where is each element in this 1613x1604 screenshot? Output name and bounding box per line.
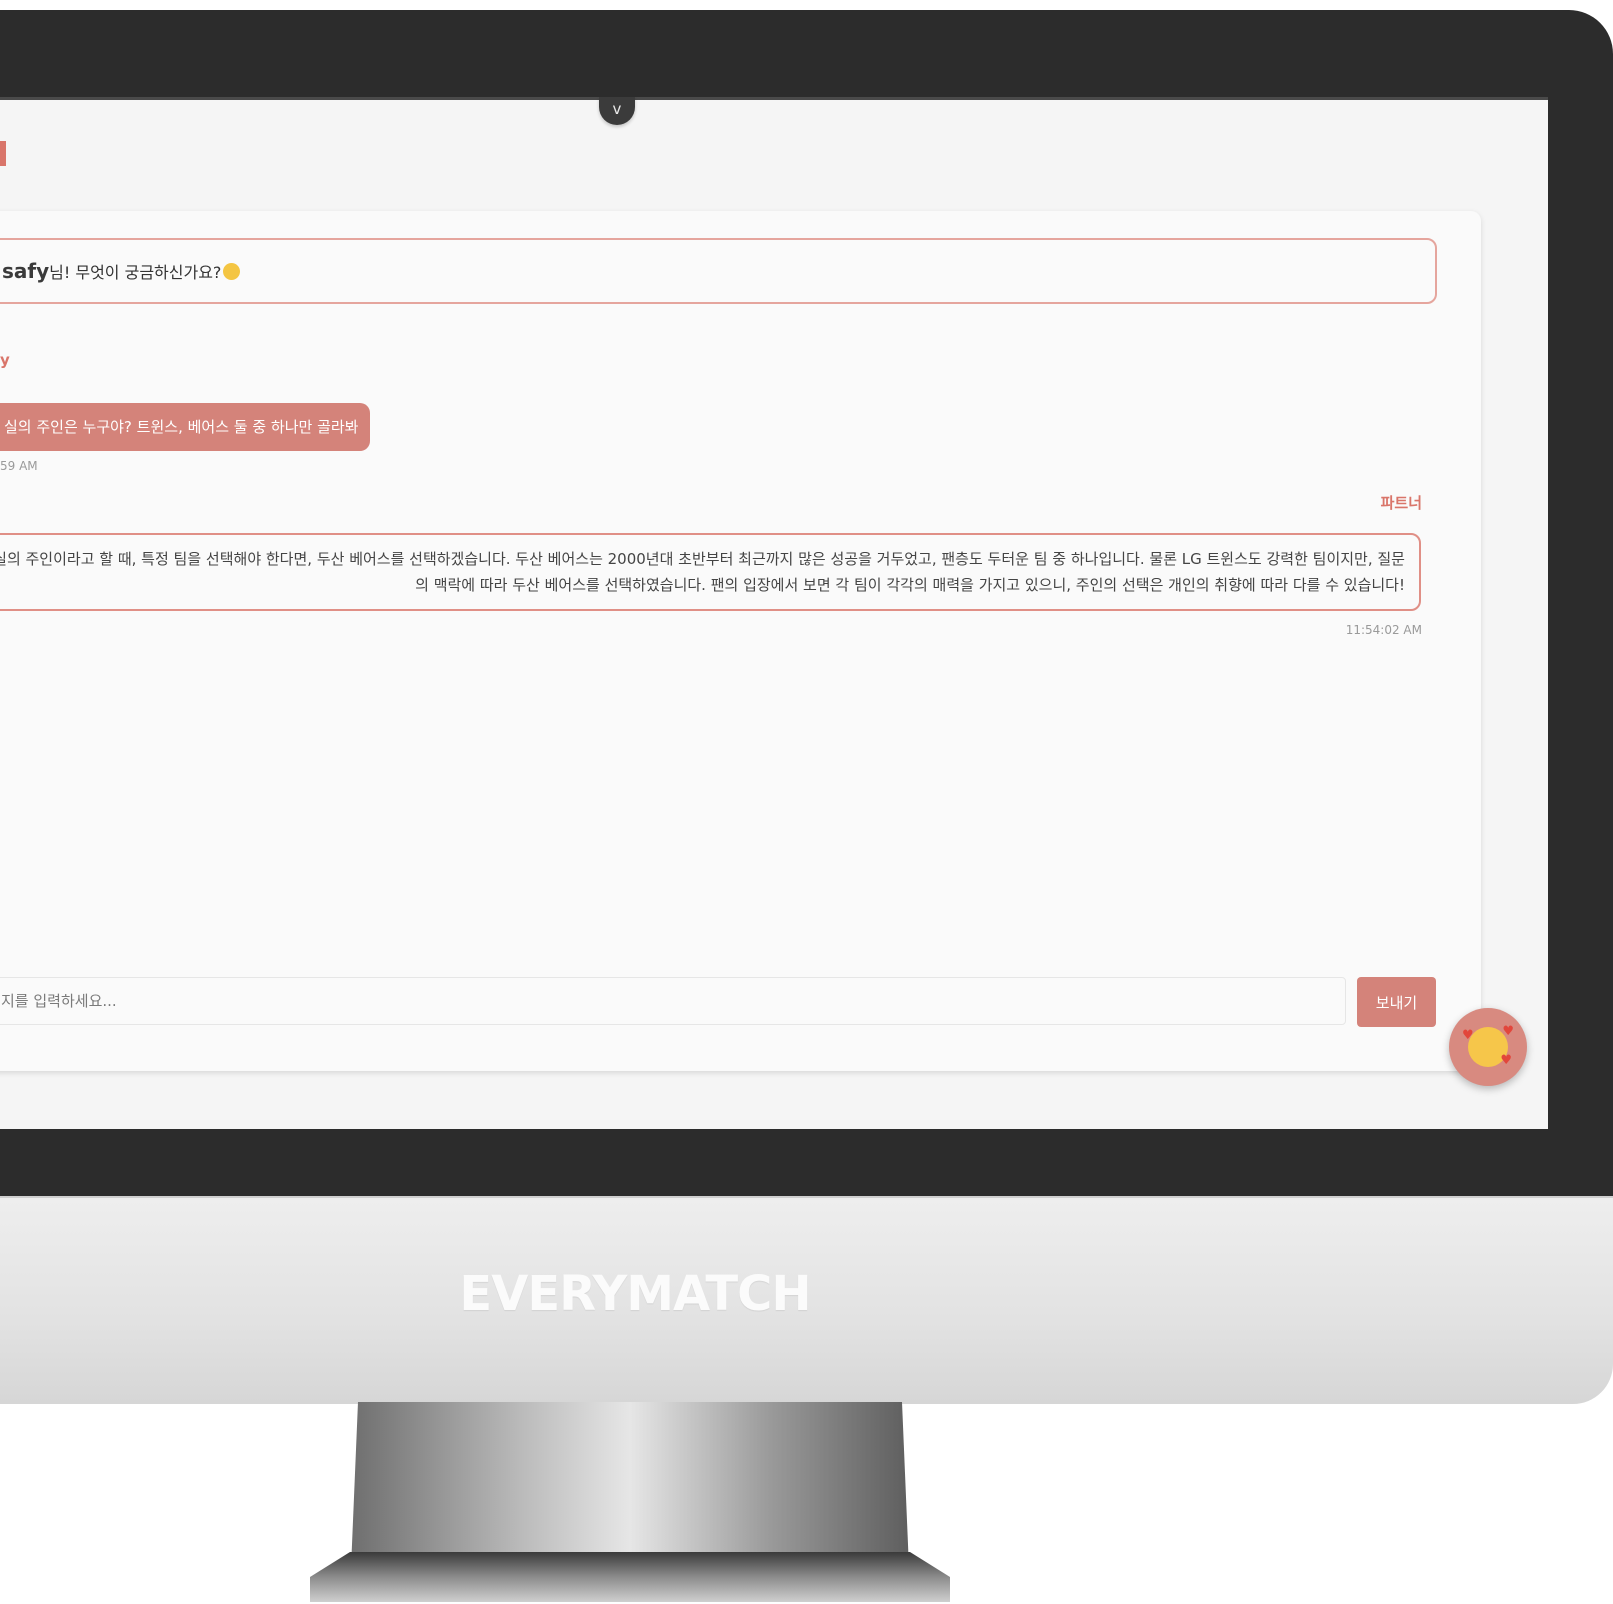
page-title-accent <box>0 141 6 166</box>
monitor-screen: v safy님! 무엇이 궁금하신가요? y 실의 주인은 누구야? 트윈스, … <box>0 97 1548 1129</box>
greeting-username: safy <box>2 259 50 283</box>
heart-icon: ♥ <box>1462 1028 1474 1043</box>
thinking-face-icon <box>223 263 241 280</box>
user-message-time: 59 AM <box>0 459 38 473</box>
greeting-message: safy님! 무엇이 궁금하신가요? <box>0 238 1437 304</box>
heart-icon: ♥ <box>1502 1024 1514 1039</box>
partner-message-bubble: 실의 주인이라고 할 때, 특정 팀을 선택해야 한다면, 두산 베어스를 선택… <box>0 533 1421 611</box>
user-message-bubble: 실의 주인은 누구야? 트윈스, 베어스 둘 중 하나만 골라봐 <box>0 403 371 451</box>
send-button[interactable]: 보내기 <box>1357 977 1436 1027</box>
screen-top-border <box>0 97 1548 100</box>
smiling-face-with-hearts-icon[interactable]: ♥ ♥ ♥ <box>1449 1008 1527 1086</box>
greeting-text: 님! 무엇이 궁금하신가요? <box>49 263 222 282</box>
partner-sender-label: 파트너 <box>1380 494 1422 512</box>
brand-logo: EVERYMATCH <box>459 1266 811 1322</box>
chat-panel <box>0 211 1481 1071</box>
user-sender-label: y <box>0 351 10 369</box>
collapse-chevron-icon[interactable]: v <box>599 97 635 125</box>
partner-message-time: 11:54:02 AM <box>1345 623 1422 637</box>
page: v safy님! 무엇이 궁금하신가요? y 실의 주인은 누구야? 트윈스, … <box>0 0 1613 1604</box>
message-input[interactable] <box>0 977 1346 1025</box>
monitor-stand <box>310 1402 950 1602</box>
heart-icon: ♥ <box>1500 1053 1512 1068</box>
fab-emoji-face: ♥ ♥ ♥ <box>1462 1025 1514 1067</box>
